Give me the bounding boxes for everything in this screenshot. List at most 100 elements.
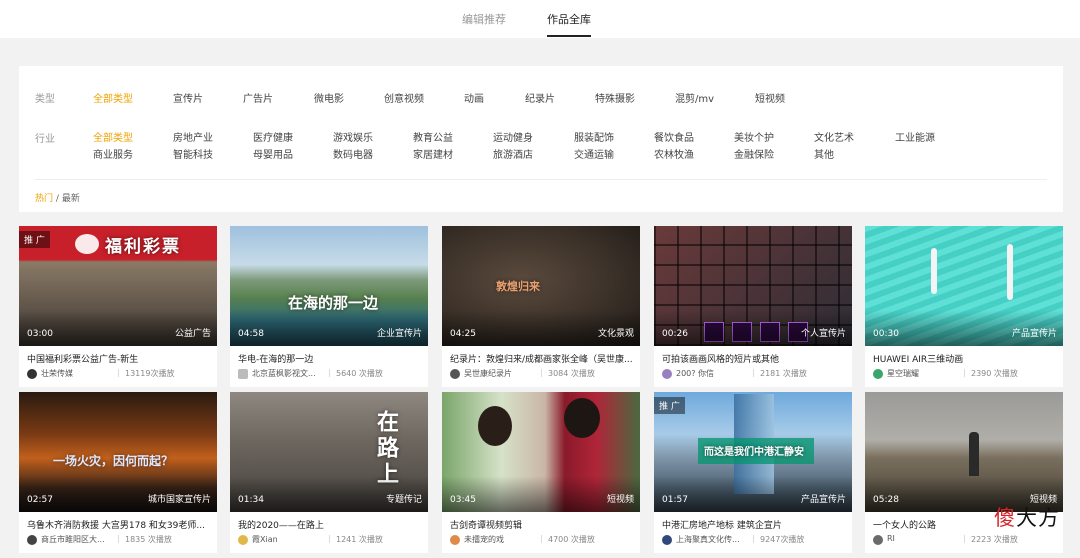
author-name[interactable]: RI	[887, 534, 959, 543]
video-duration: 01:57	[662, 495, 688, 505]
industry-item-baby[interactable]: 母婴用品	[253, 146, 293, 161]
author-name[interactable]: 壮荣传媒	[41, 368, 113, 379]
tab-editor-picks[interactable]: 编辑推荐	[462, 11, 506, 27]
play-count: 2223 次播放	[971, 535, 1018, 544]
author-avatar[interactable]	[873, 369, 883, 379]
type-item-documentary[interactable]: 纪录片	[525, 90, 555, 105]
video-meta: 壮荣传媒 | 13119次播放	[27, 368, 213, 380]
industry-item-medical[interactable]: 医疗健康	[253, 129, 293, 144]
type-item-ad[interactable]: 广告片	[243, 90, 273, 105]
play-count: 9247次播放	[760, 535, 805, 544]
video-thumbnail[interactable]: 敦煌归来 04:25 文化景观	[442, 226, 640, 346]
character-hair-icon	[478, 406, 512, 446]
industry-item-games[interactable]: 游戏娱乐	[333, 129, 373, 144]
video-thumbnail[interactable]: 00:30 产品宣传片	[865, 226, 1063, 346]
video-card[interactable]: 在海的那一边 04:58 企业宣传片 华电-在海的那一边 北京蓝枫影视文... …	[230, 226, 428, 387]
author-avatar[interactable]	[662, 369, 672, 379]
sort-latest-link[interactable]: 最新	[62, 194, 80, 204]
video-thumbnail[interactable]: 05:28 短视频	[865, 392, 1063, 512]
industry-item-food[interactable]: 餐饮食品	[654, 129, 694, 144]
industry-item-real-estate[interactable]: 房地产业	[173, 129, 213, 144]
video-thumbnail[interactable]: 03:45 短视频	[442, 392, 640, 512]
industry-item-home[interactable]: 家居建材	[413, 146, 453, 161]
filter-panel: 类型 全部类型 宣传片 广告片 微电影 创意视频 动画 纪录片 特殊摄影 混剪/…	[19, 66, 1063, 212]
industry-item-digital[interactable]: 数码电器	[333, 146, 373, 161]
video-duration: 02:57	[27, 495, 53, 505]
video-card[interactable]: 03:45 短视频 古剑奇谭视频剪辑 未擂宠的戏 | 4700 次播放	[442, 392, 640, 553]
type-item-mashup[interactable]: 混剪/mv	[675, 90, 714, 105]
industry-item-sports[interactable]: 运动健身	[493, 129, 533, 144]
industry-item-education[interactable]: 教育公益	[413, 129, 453, 144]
video-category-tag: 短视频	[606, 495, 634, 505]
type-item-promo[interactable]: 宣传片	[173, 90, 203, 105]
video-card[interactable]: 00:26 个人宣传片 可拍该画画风格的短片或其他 200? 你信 | 2181…	[654, 226, 852, 387]
promo-badge: 推 广	[654, 397, 685, 414]
tab-all-works[interactable]: 作品全库	[547, 11, 591, 27]
industry-item-tech[interactable]: 智能科技	[173, 146, 213, 161]
video-thumbnail[interactable]: 在海的那一边 04:58 企业宣传片	[230, 226, 428, 346]
video-card[interactable]: 而这是我们中港汇静安 推 广 01:57 产品宣传片 中港汇房地产地标 建筑企宣…	[654, 392, 852, 553]
industry-item-other[interactable]: 其他	[814, 146, 834, 161]
author-avatar[interactable]	[238, 535, 248, 545]
video-thumbnail[interactable]: 在路上 01:34 专题传记	[230, 392, 428, 512]
author-name[interactable]: 北京蓝枫影视文...	[252, 368, 324, 379]
video-category-tag: 产品宣传片	[800, 495, 846, 505]
video-title[interactable]: 中港汇房地产地标 建筑企宣片	[662, 518, 846, 531]
industry-item-industry[interactable]: 工业能源	[895, 129, 935, 144]
video-title[interactable]: 纪录片：敦煌归来/成都画家张全峰（吴世康...	[450, 352, 634, 365]
author-name[interactable]: 未擂宠的戏	[464, 534, 536, 545]
industry-item-apparel[interactable]: 服装配饰	[574, 129, 614, 144]
active-tab-underline	[547, 35, 591, 37]
author-avatar[interactable]	[450, 535, 460, 545]
author-avatar[interactable]	[27, 535, 37, 545]
author-name[interactable]: 吴世康纪录片	[464, 368, 536, 379]
author-name[interactable]: 200? 你信	[676, 368, 748, 379]
video-title[interactable]: 古剑奇谭视频剪辑	[450, 518, 634, 531]
video-thumbnail[interactable]: 而这是我们中港汇静安 推 广 01:57 产品宣传片	[654, 392, 852, 512]
video-category-tag: 个人宣传片	[800, 329, 846, 339]
type-item-short[interactable]: 短视频	[755, 90, 785, 105]
industry-item-business[interactable]: 商业服务	[93, 146, 133, 161]
video-thumbnail[interactable]: 00:26 个人宣传片	[654, 226, 852, 346]
video-duration: 00:30	[873, 329, 899, 339]
video-card[interactable]: 在路上 01:34 专题传记 我的2020——在路上 霞Xian | 1241 …	[230, 392, 428, 553]
video-title[interactable]: 乌鲁木齐消防救援 大宫男178 和女39老师...	[27, 518, 211, 531]
author-name[interactable]: 霞Xian	[252, 534, 324, 545]
video-title[interactable]: 可拍该画画风格的短片或其他	[662, 352, 846, 365]
author-name[interactable]: 商丘市雎阳区大...	[41, 534, 113, 545]
type-item-creative[interactable]: 创意视频	[384, 90, 424, 105]
industry-item-finance[interactable]: 金融保险	[734, 146, 774, 161]
industry-item-culture[interactable]: 文化艺术	[814, 129, 854, 144]
industry-item-transport[interactable]: 交通运输	[574, 146, 614, 161]
industry-item-all[interactable]: 全部类型	[93, 129, 133, 144]
video-card[interactable]: 00:30 产品宣传片 HUAWEI AIR三维动画 星空瑞耀 | 2390 次…	[865, 226, 1063, 387]
type-item-animation[interactable]: 动画	[464, 90, 484, 105]
video-title[interactable]: 中国福利彩票公益广告-新生	[27, 352, 211, 365]
type-item-special[interactable]: 特殊摄影	[595, 90, 635, 105]
play-count: 4700 次播放	[548, 535, 595, 544]
video-meta: 商丘市雎阳区大... | 1835 次播放	[27, 534, 213, 546]
type-item-micro-film[interactable]: 微电影	[314, 90, 344, 105]
breadcrumb-separator: /	[55, 194, 59, 204]
video-card[interactable]: 敦煌归来 04:25 文化景观 纪录片：敦煌归来/成都画家张全峰（吴世康... …	[442, 226, 640, 387]
sort-hot-link[interactable]: 热门	[35, 194, 53, 204]
play-count: 2181 次播放	[760, 369, 807, 378]
author-avatar[interactable]	[873, 535, 883, 545]
video-thumbnail[interactable]: 福利彩票 推 广 03:00 公益广告	[19, 226, 217, 346]
video-card[interactable]: 一场火灾，因何而起？ 02:57 城市国家宣传片 乌鲁木齐消防救援 大宫男178…	[19, 392, 217, 553]
author-avatar[interactable]	[450, 369, 460, 379]
industry-item-travel[interactable]: 旅游酒店	[493, 146, 533, 161]
type-item-all[interactable]: 全部类型	[93, 90, 133, 105]
author-avatar[interactable]	[27, 369, 37, 379]
video-title[interactable]: HUAWEI AIR三维动画	[873, 352, 1057, 365]
video-thumbnail[interactable]: 一场火灾，因何而起？ 02:57 城市国家宣传片	[19, 392, 217, 512]
video-title[interactable]: 我的2020——在路上	[238, 518, 422, 531]
author-avatar[interactable]	[238, 369, 248, 379]
industry-item-agriculture[interactable]: 农林牧渔	[654, 146, 694, 161]
author-avatar[interactable]	[662, 535, 672, 545]
video-title[interactable]: 华电-在海的那一边	[238, 352, 422, 365]
video-card[interactable]: 福利彩票 推 广 03:00 公益广告 中国福利彩票公益广告-新生 壮荣传媒 |…	[19, 226, 217, 387]
industry-item-beauty[interactable]: 美妆个护	[734, 129, 774, 144]
author-name[interactable]: 上海聚真文化传...	[676, 534, 748, 545]
author-name[interactable]: 星空瑞耀	[887, 368, 959, 379]
